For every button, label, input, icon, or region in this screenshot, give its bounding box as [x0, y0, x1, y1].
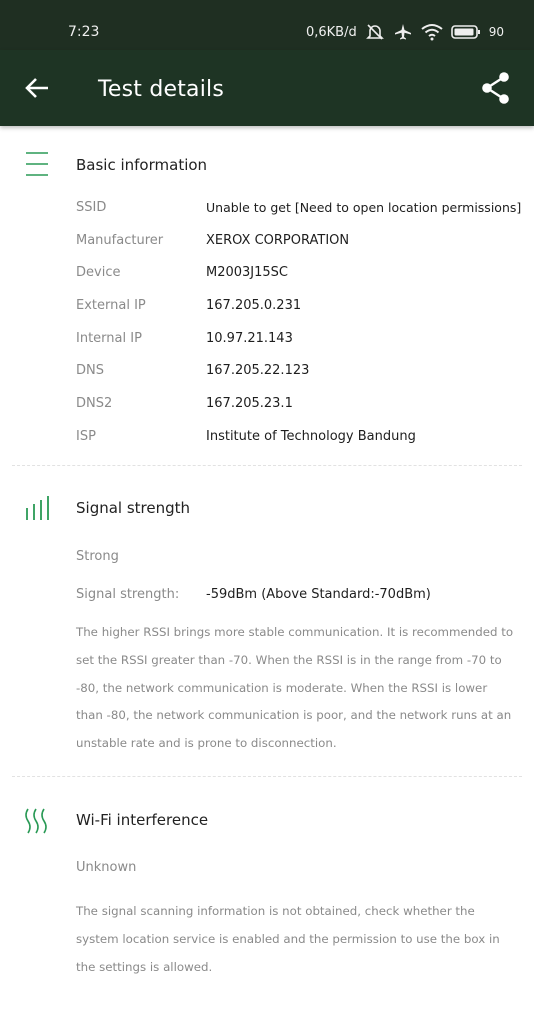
- signal-description: The higher RSSI brings more stable commu…: [76, 625, 514, 751]
- status-time: 7:23: [68, 24, 100, 40]
- info-value: 10.97.21.143: [206, 331, 293, 346]
- info-key: DNS: [76, 363, 104, 378]
- info-value: 167.205.23.1: [206, 396, 293, 411]
- info-value: 167.205.22.123: [206, 363, 310, 378]
- wave-icon: [24, 808, 52, 836]
- signal-bars-icon: [24, 496, 52, 524]
- info-key: Manufacturer: [76, 233, 164, 248]
- wifi-icon: [421, 23, 443, 41]
- info-key: Internal IP: [76, 331, 142, 346]
- menu-lines-icon: [24, 150, 52, 178]
- info-value: 167.205.0.231: [206, 298, 302, 313]
- section-title: Wi-Fi interference: [76, 811, 209, 829]
- info-value: Unable to get [Need to open location per…: [206, 200, 522, 215]
- info-value: XEROX CORPORATION: [206, 233, 350, 248]
- mute-icon: [365, 22, 385, 42]
- info-key: Device: [76, 265, 121, 280]
- signal-value: -59dBm (Above Standard:-70dBm): [206, 587, 431, 602]
- section-title: Signal strength: [76, 499, 191, 517]
- battery-percent: 90: [488, 25, 504, 39]
- network-speed: 0,6KB/d: [305, 24, 357, 40]
- airplane-icon: [393, 22, 413, 42]
- battery-icon: [450, 24, 481, 40]
- section-title: Basic information: [76, 156, 208, 174]
- section-divider: [12, 465, 522, 466]
- section-divider: [12, 776, 522, 777]
- app-bar: Test details: [0, 50, 534, 126]
- interference-status: Unknown: [76, 860, 137, 875]
- arrow-left-icon[interactable]: [22, 72, 54, 104]
- info-key: External IP: [76, 298, 146, 313]
- interference-description: The signal scanning information is not o…: [76, 904, 500, 974]
- status-bar: 7:23 0,6KB/d 90: [0, 0, 534, 50]
- signal-status: Strong: [76, 549, 119, 564]
- info-value: M2003J15SC: [206, 265, 289, 280]
- page-title: Test details: [98, 77, 225, 102]
- info-key: ISP: [76, 429, 96, 444]
- info-key: DNS2: [76, 396, 113, 411]
- signal-label: Signal strength:: [76, 587, 180, 602]
- info-key: SSID: [76, 200, 107, 215]
- share-icon[interactable]: [480, 70, 512, 106]
- info-value: Institute of Technology Bandung: [206, 429, 416, 444]
